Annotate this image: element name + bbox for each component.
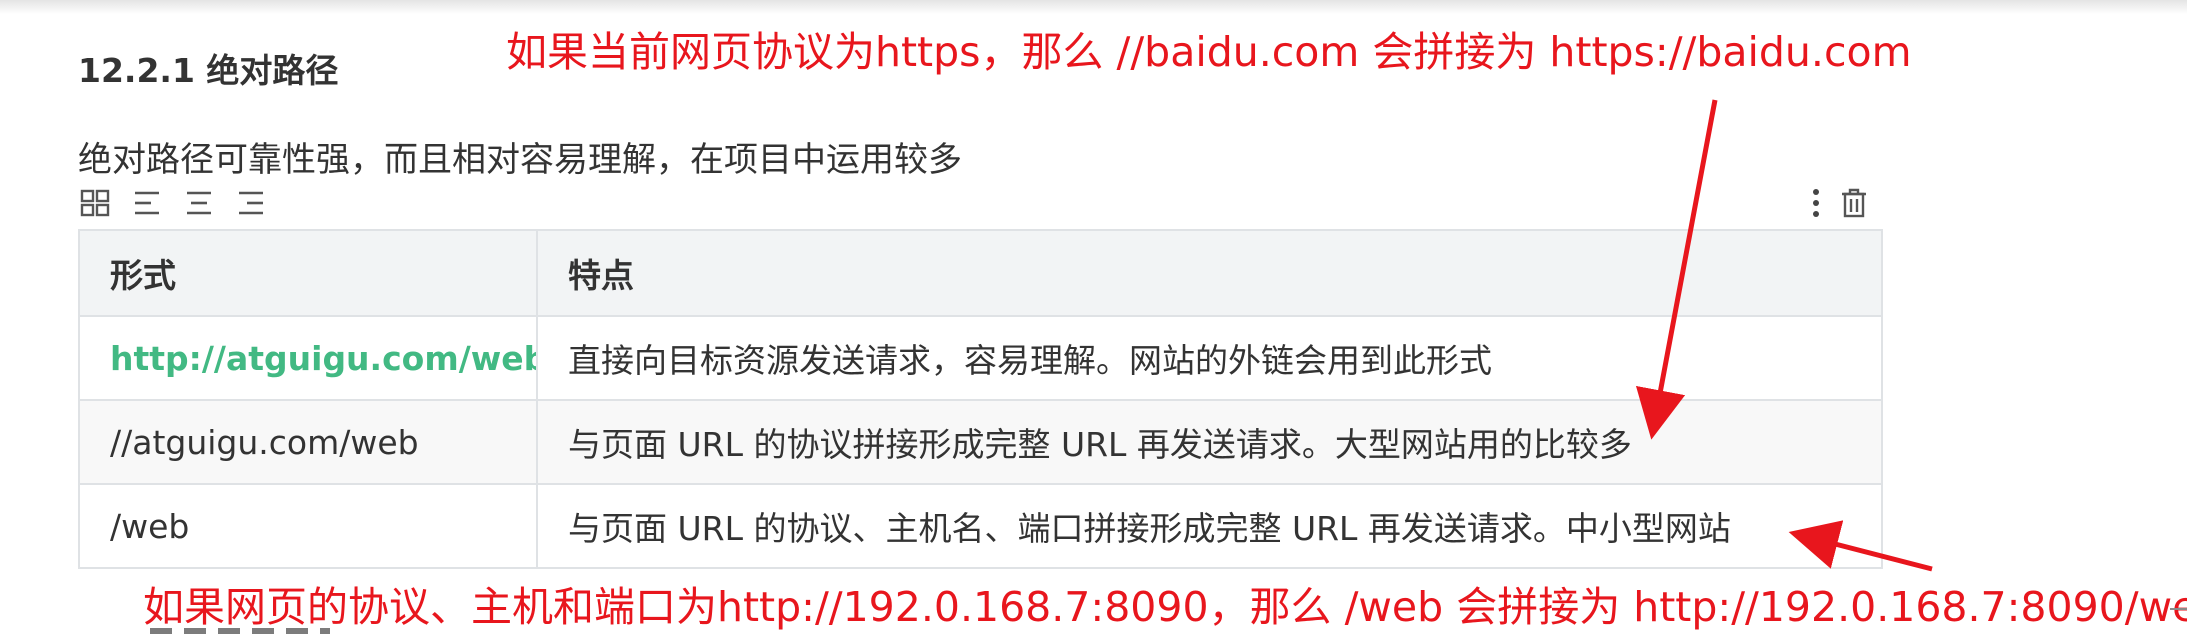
window-edge-mark — [2170, 608, 2187, 610]
table-row: http://atguigu.com/web 直接向目标资源发送请求，容易理解。… — [78, 315, 1883, 401]
section-paragraph: 绝对路径可靠性强，而且相对容易理解，在项目中运用较多 — [78, 140, 962, 180]
table-cell: /web — [78, 483, 538, 569]
align-right-icon[interactable] — [236, 190, 266, 216]
path-table: 形式 特点 http://atguigu.com/web 直接向目标资源发送请求… — [78, 229, 1883, 569]
table-row: //atguigu.com/web 与页面 URL 的协议拼接形成完整 URL … — [78, 399, 1883, 485]
table-row: /web 与页面 URL 的协议、主机名、端口拼接形成完整 URL 再发送请求。… — [78, 483, 1883, 569]
table-cell: 与页面 URL 的协议、主机名、端口拼接形成完整 URL 再发送请求。中小型网站 — [536, 483, 1883, 569]
table-cell: 与页面 URL 的协议拼接形成完整 URL 再发送请求。大型网站用的比较多 — [536, 399, 1883, 485]
table-grid-icon[interactable] — [80, 189, 110, 217]
table-toolbar-left — [80, 184, 266, 222]
annotation-top: 如果当前网页协议为https，那么 //baidu.com 会拼接为 https… — [506, 28, 1912, 76]
clipped-text-fragment — [150, 624, 330, 634]
more-vertical-icon[interactable] — [1810, 188, 1822, 218]
top-shadow — [0, 0, 2187, 14]
table-header-form: 形式 — [78, 229, 538, 317]
absolute-url-link[interactable]: http://atguigu.com/web — [78, 315, 538, 401]
section-heading: 12.2.1 绝对路径 — [78, 51, 339, 90]
table-toolbar-right — [1810, 184, 1868, 222]
table-cell: 直接向目标资源发送请求，容易理解。网站的外链会用到此形式 — [536, 315, 1883, 401]
table-cell: //atguigu.com/web — [78, 399, 538, 485]
table-header-feature: 特点 — [536, 229, 1883, 317]
table-header-row: 形式 特点 — [78, 229, 1883, 317]
align-center-icon[interactable] — [184, 190, 214, 216]
annotation-bottom: 如果网页的协议、主机和端口为http://192.0.168.7:8090，那么… — [143, 583, 2187, 631]
trash-icon[interactable] — [1840, 188, 1868, 218]
align-left-icon[interactable] — [132, 190, 162, 216]
